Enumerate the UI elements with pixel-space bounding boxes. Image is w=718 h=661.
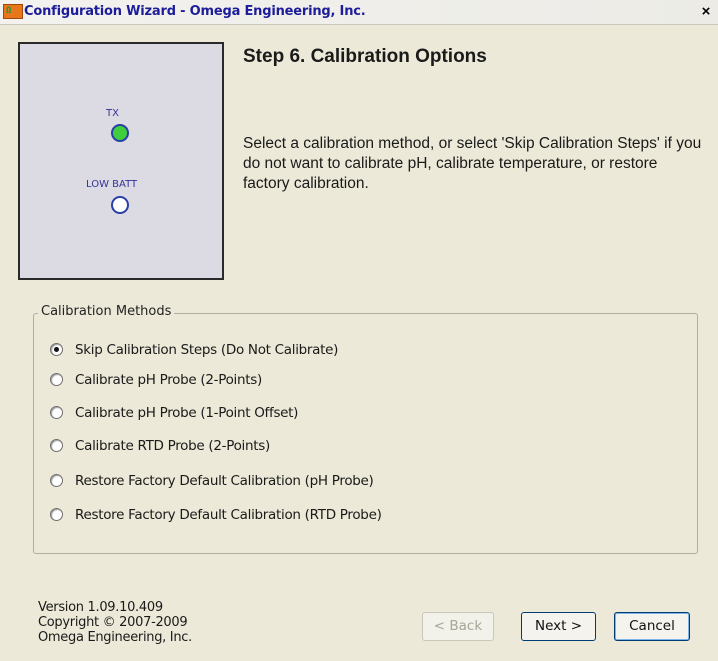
radio-label: Calibrate pH Probe (1-Point Offset) (75, 405, 299, 421)
radio-label: Calibrate pH Probe (2-Points) (75, 372, 262, 388)
radio-button-icon[interactable] (50, 508, 63, 521)
radio-button-icon[interactable] (50, 474, 63, 487)
company-text: Omega Engineering, Inc. (38, 630, 192, 645)
next-button[interactable]: Next > (521, 612, 596, 641)
configuration-wizard-window: Ω Configuration Wizard - Omega Engineeri… (0, 0, 718, 661)
title-bar[interactable]: Ω Configuration Wizard - Omega Engineeri… (0, 0, 718, 25)
radio-label: Calibrate RTD Probe (2-Points) (75, 438, 270, 454)
cancel-button[interactable]: Cancel (614, 612, 690, 641)
back-button[interactable]: < Back (422, 612, 494, 641)
app-icon: Ω (3, 4, 23, 19)
version-text: Version 1.09.10.409 (38, 600, 163, 615)
low-batt-led-indicator-icon (111, 196, 129, 214)
low-batt-led-label: LOW BATT (86, 179, 138, 190)
radio-label: Skip Calibration Steps (Do Not Calibrate… (75, 342, 339, 358)
radio-label: Restore Factory Default Calibration (pH … (75, 473, 374, 489)
radio-label: Restore Factory Default Calibration (RTD… (75, 507, 382, 523)
radio-button-icon[interactable] (50, 343, 63, 356)
led-status-panel: TX LOW BATT (18, 42, 224, 280)
version-info: Version 1.09.10.409 Copyright © 2007-200… (38, 600, 192, 645)
window-title: Configuration Wizard - Omega Engineering… (24, 4, 366, 19)
radio-button-icon[interactable] (50, 406, 63, 419)
copyright-text: Copyright © 2007-2009 (38, 615, 188, 630)
tx-led-label: TX (106, 108, 119, 119)
radio-button-icon[interactable] (50, 439, 63, 452)
close-button[interactable]: × (697, 3, 715, 20)
radio-selected-dot-icon (54, 347, 59, 352)
step-instructions: Select a calibration method, or select '… (243, 135, 702, 192)
step-title: Step 6. Calibration Options (243, 46, 487, 67)
tx-led-indicator-icon (111, 124, 129, 142)
calibration-methods-legend: Calibration Methods (38, 304, 175, 319)
radio-button-icon[interactable] (50, 373, 63, 386)
